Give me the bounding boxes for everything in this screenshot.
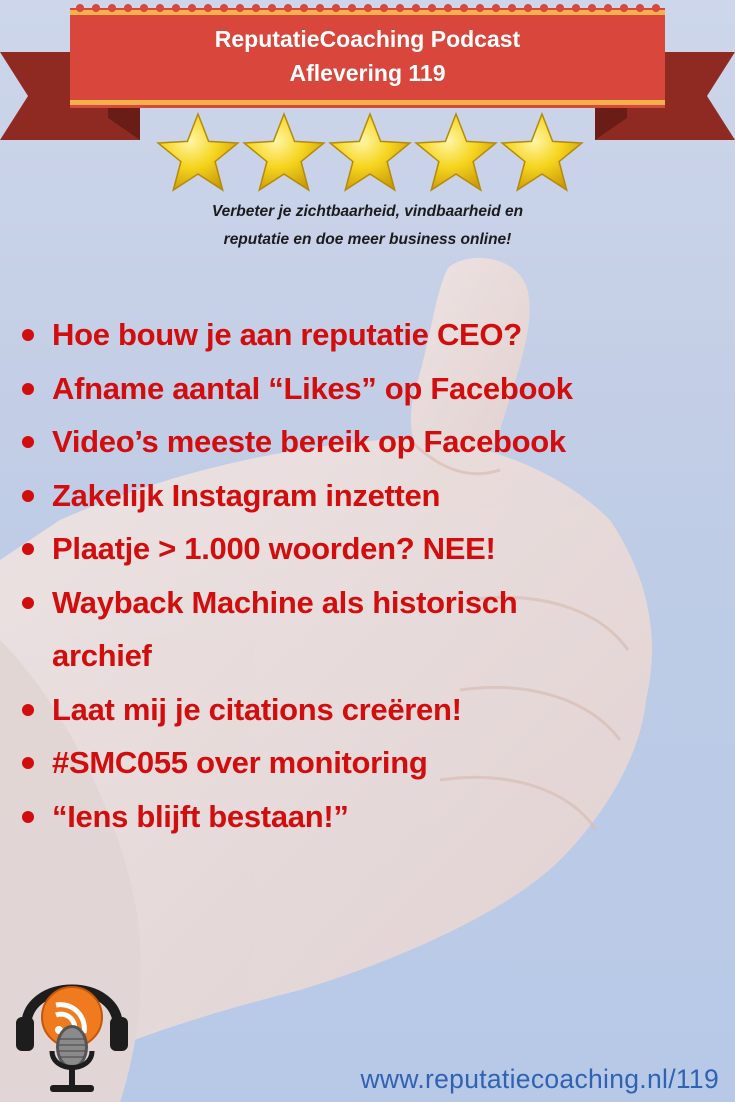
topic-item: Zakelijk Instagram inzetten [18,469,718,523]
topic-text: Afname aantal “Likes” op Facebook [52,370,573,406]
topic-item: Plaatje > 1.000 woorden? NEE! [18,522,718,576]
topic-text: “Iens blijft bestaan!” [52,798,349,834]
bullet-icon [22,436,34,448]
topic-item: Afname aantal “Likes” op Facebook [18,362,718,416]
episode-topics-list: Hoe bouw je aan reputatie CEO? Afname aan… [18,308,718,843]
bullet-icon [22,543,34,555]
bullet-icon [22,329,34,341]
topic-item: Video’s meeste bereik op Facebook [18,415,718,469]
bullet-icon [22,489,34,502]
bullet-icon [22,382,34,395]
topic-text: Plaatje > 1.000 woorden? NEE! [52,531,496,566]
topic-text: Zakelijk Instagram inzetten [52,477,441,513]
topic-item: #SMC055 over monitoring [18,736,718,790]
topic-text: Laat mij je citations creëren! [52,691,462,727]
topic-item: Hoe bouw je aan reputatie CEO? [18,308,718,362]
bullet-icon [22,596,34,609]
podcast-poster: ReputatieCoaching Podcast Aflevering 119… [0,0,735,1102]
bullet-icon [22,703,34,716]
podcast-title: ReputatieCoaching Podcast [214,26,521,52]
website-url-link[interactable]: www.reputatiecoaching.nl/119 [360,1064,719,1095]
topic-item: “Iens blijft bestaan!” [18,790,718,844]
star-icon [414,112,498,192]
five-star-rating [156,112,584,192]
tagline-line-1: Verbeter je zichtbaarheid, vindbaarheid … [211,203,524,220]
topic-text: Wayback Machine als historisch [52,584,518,620]
episode-number: Aflevering 119 [289,60,446,86]
topic-text: archief [52,638,152,673]
topic-text: Hoe bouw je aan reputatie CEO? [52,317,522,352]
topic-text: Video’s meeste bereik op Facebook [52,424,566,459]
topic-text: #SMC055 over monitoring [52,745,428,780]
topic-item: Laat mij je citations creëren! [18,683,718,737]
star-icon [156,112,240,192]
star-icon [500,112,584,192]
star-icon [242,112,326,192]
tagline-line-2: reputatie en doe meer business online! [223,231,512,248]
star-icon [328,112,412,192]
podcast-microphone-icon [16,984,128,1092]
topic-item: Wayback Machine als historisch archief [18,576,718,683]
bullet-icon [22,757,34,769]
bullet-icon [22,810,34,823]
